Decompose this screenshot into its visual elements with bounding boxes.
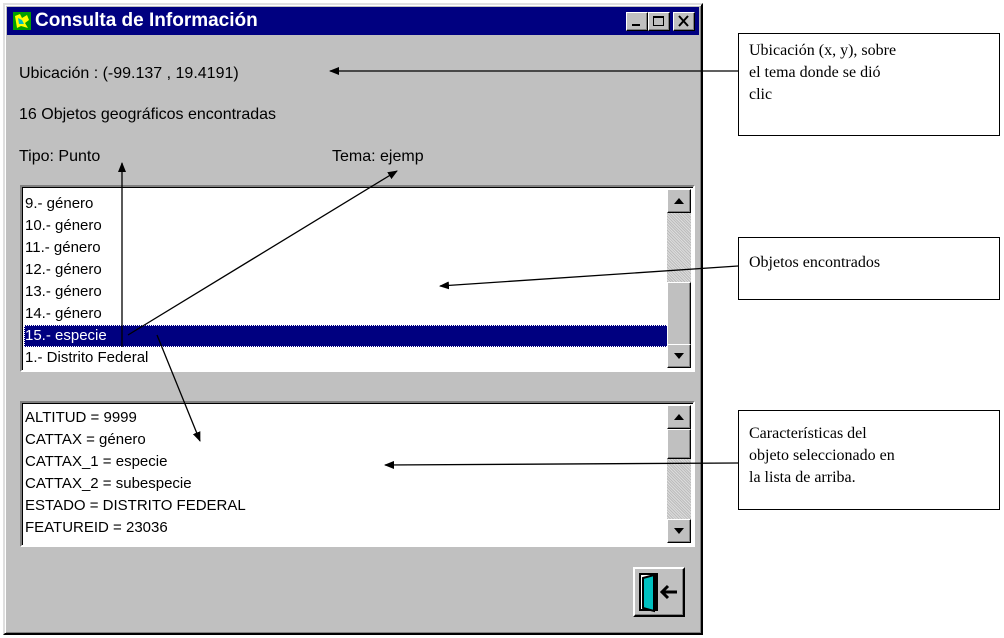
attributes-list-item[interactable]: CATTAX_2 = subespecie [25,473,192,495]
objects-count-label: 16 Objetos geográficos encontradas [19,106,277,123]
objects-list-item[interactable]: 15.- especie [24,325,669,347]
callout-text: el tema donde se dió [749,64,881,81]
objects-list-item[interactable]: 12.- género [25,259,102,281]
attributes-scroll-thumb[interactable] [667,429,691,459]
objects-list-item[interactable]: 14.- género [25,303,102,325]
objects-list-item[interactable]: 1.- Distrito Federal [25,347,148,369]
close-icon [678,15,689,27]
map-icon [13,12,31,30]
location-label: Ubicación : (-99.137 , 19.4191) [19,65,239,82]
attributes-scrollbar[interactable] [667,405,691,543]
attributes-list-item[interactable]: ESTADO = DISTRITO FEDERAL [25,495,246,517]
maximize-icon [653,16,664,26]
exit-button[interactable] [633,567,685,617]
arrow-up-icon [674,414,684,420]
attributes-list-item[interactable]: CATTAX = género [25,429,146,451]
objects-listbox[interactable]: 9.- género 10.- género 11.- género 12.- gén… [20,185,695,372]
location-callout: Ubicación (x, y), sobre el tema donde se… [738,33,1000,136]
window-title: Consulta de Información [35,10,258,31]
objects-list-item[interactable]: 11.- género [25,237,101,259]
theme-label: Tema: ejemp [332,148,424,165]
objects-scroll-thumb[interactable] [667,282,691,348]
query-window: Consulta de Información Ubicación : (-99… [3,3,703,635]
attributes-listbox[interactable]: ALTITUD = 9999 CATTAX = género CATTAX_1 = … [20,401,695,547]
type-label: Tipo: Punto [19,148,101,165]
minimize-icon [632,24,640,26]
objects-list-item[interactable]: 10.- género [25,215,102,237]
attributes-callout: Características del objeto seleccionado … [738,410,1000,510]
arrow-up-icon [674,198,684,204]
attributes-list-item[interactable]: ALTITUD = 9999 [25,407,137,429]
callout-text: objeto seleccionado en [749,447,895,464]
callout-text: Características del [749,425,867,442]
objects-list-item[interactable]: 13.- género [25,281,102,303]
callout-text: Ubicación (x, y), sobre [749,42,897,59]
exit-door-icon [639,573,677,613]
scroll-up-button[interactable] [667,189,691,213]
attributes-list-item[interactable]: FEATUREID = 23036 [25,517,168,539]
scroll-up-button[interactable] [667,405,691,429]
arrow-down-icon [674,353,684,359]
close-button[interactable] [673,12,695,31]
maximize-button[interactable] [648,12,670,31]
objects-callout: Objetos encontrados [738,237,1000,300]
callout-text: la lista de arriba. [749,469,856,486]
minimize-button[interactable] [626,12,648,31]
callout-text: clic [749,86,773,103]
scroll-down-button[interactable] [667,519,691,543]
scroll-down-button[interactable] [667,344,691,368]
objects-list-item[interactable]: 9.- género [25,193,93,215]
objects-scrollbar[interactable] [667,189,691,368]
arrow-down-icon [674,528,684,534]
callout-text: Objetos encontrados [749,254,881,271]
title-bar[interactable]: Consulta de Información [7,7,699,35]
attributes-list-item[interactable]: CATTAX_1 = especie [25,451,167,473]
